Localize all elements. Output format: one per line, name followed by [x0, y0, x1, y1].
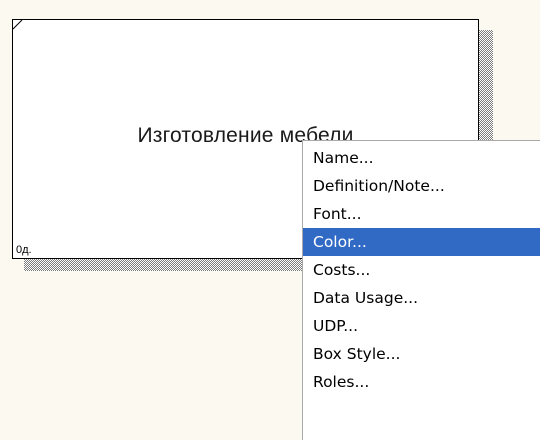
menu-item-color[interactable]: Color... — [303, 228, 540, 256]
menu-item-costs[interactable]: Costs... — [303, 256, 540, 284]
menu-item-data-usage[interactable]: Data Usage... — [303, 284, 540, 312]
box-corner-mark — [13, 20, 23, 30]
activity-box-node-label: 0д. — [16, 244, 32, 256]
menu-item-name[interactable]: Name... — [303, 144, 540, 172]
menu-item-udp[interactable]: UDP... — [303, 312, 540, 340]
menu-item-definition-note[interactable]: Definition/Note... — [303, 172, 540, 200]
menu-item-box-style[interactable]: Box Style... — [303, 340, 540, 368]
context-menu: Name... Definition/Note... Font... Color… — [302, 140, 540, 440]
menu-item-font[interactable]: Font... — [303, 200, 540, 228]
menu-item-roles[interactable]: Roles... — [303, 368, 540, 396]
